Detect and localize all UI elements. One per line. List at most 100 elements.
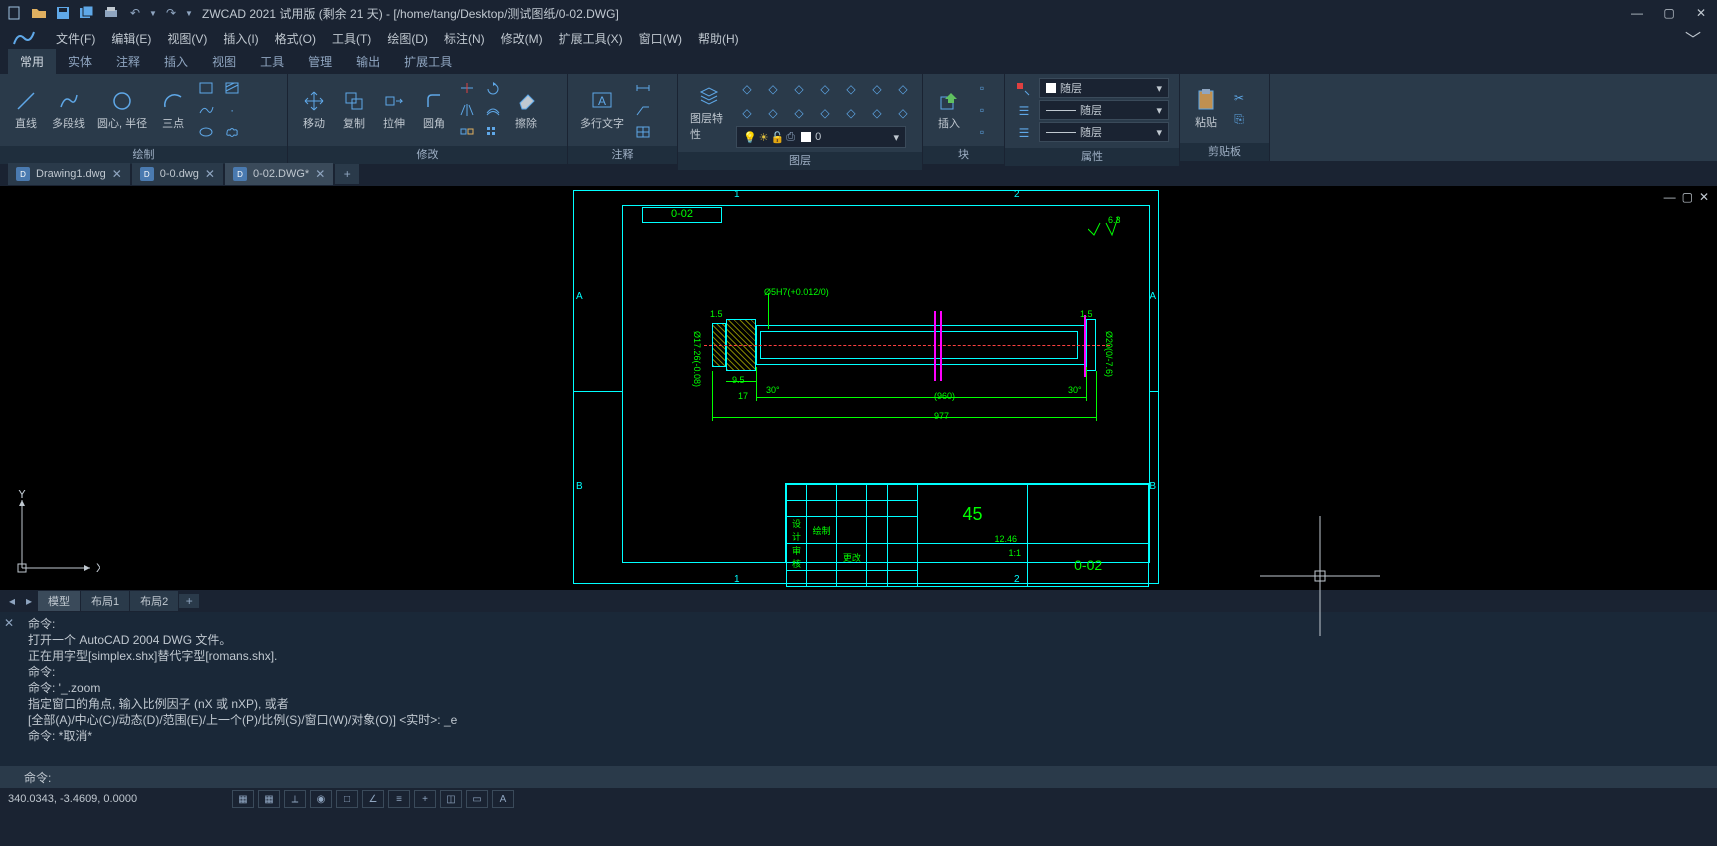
layout-next-icon[interactable]: ▸ — [21, 594, 37, 608]
layer-tool-icon[interactable]: ◇ — [814, 103, 836, 123]
erase-button[interactable]: 擦除 — [508, 87, 544, 133]
layout-tab[interactable]: 布局2 — [130, 591, 178, 611]
layer-tool-icon[interactable]: ◇ — [866, 103, 888, 123]
ribbon-tab[interactable]: 扩展工具 — [392, 49, 464, 74]
layer-tool-icon[interactable]: ◇ — [892, 103, 914, 123]
polar-toggle[interactable]: ◉ — [310, 790, 332, 808]
insert-block-button[interactable]: 插入 — [931, 87, 967, 133]
revcloud-icon[interactable] — [221, 122, 243, 142]
command-history[interactable]: 命令:打开一个 AutoCAD 2004 DWG 文件。正在用字型[simple… — [20, 612, 1717, 766]
close-tab-icon[interactable]: ✕ — [205, 167, 215, 181]
menu-item[interactable]: 编辑(E) — [103, 28, 159, 49]
menu-item[interactable]: 绘图(D) — [379, 28, 436, 49]
copy-button[interactable]: 复制 — [336, 87, 372, 133]
layer-tool-icon[interactable]: ◇ — [736, 79, 758, 99]
ribbon-tab[interactable]: 输出 — [344, 49, 392, 74]
layer-tool-icon[interactable]: ◇ — [762, 103, 784, 123]
layout-tab[interactable]: 布局1 — [81, 591, 129, 611]
ribbon-tab[interactable]: 注释 — [104, 49, 152, 74]
ribbon-collapse-icon[interactable]: ﹀ — [1677, 26, 1709, 50]
copy-clip-icon[interactable]: ⎘ — [1228, 110, 1250, 130]
osnap-toggle[interactable]: □ — [336, 790, 358, 808]
undo-dropdown-icon[interactable]: ▼ — [148, 2, 158, 24]
menu-item[interactable]: 插入(I) — [215, 28, 266, 49]
command-line[interactable]: 命令: — [0, 766, 1717, 788]
paste-button[interactable]: 粘贴 — [1188, 86, 1224, 132]
polyline-button[interactable]: 多段线 — [48, 87, 89, 133]
layer-properties-button[interactable]: 图层特性 — [686, 82, 732, 144]
annoscale-toggle[interactable]: A — [492, 790, 514, 808]
rotate-icon[interactable] — [482, 78, 504, 98]
menu-item[interactable]: 文件(F) — [48, 28, 103, 49]
list-icon[interactable]: ☰ — [1013, 123, 1035, 143]
drawing-canvas[interactable]: — ▢ ✕ X Y 1 2 1 2 A B A B 0-02 6.3 — [0, 186, 1717, 590]
linetype-selector[interactable]: 随层▾ — [1039, 122, 1169, 142]
ribbon-tab[interactable]: 工具 — [248, 49, 296, 74]
layer-tool-icon[interactable]: ◇ — [762, 79, 784, 99]
layer-tool-icon[interactable]: ◇ — [866, 79, 888, 99]
stretch-button[interactable]: 拉伸 — [376, 87, 412, 133]
leader-icon[interactable] — [632, 100, 654, 120]
circle-button[interactable]: 圆心, 半径 — [93, 87, 151, 133]
layer-tool-icon[interactable]: ◇ — [736, 103, 758, 123]
trim-icon[interactable] — [456, 78, 478, 98]
menu-item[interactable]: 帮助(H) — [690, 28, 747, 49]
dyn-toggle[interactable]: + — [414, 790, 436, 808]
minimize-button[interactable]: — — [1625, 3, 1649, 23]
create-block-icon[interactable]: ▫ — [971, 78, 993, 98]
close-tab-icon[interactable]: ✕ — [112, 167, 122, 181]
close-tab-icon[interactable]: ✕ — [315, 167, 325, 181]
match-properties-icon[interactable] — [1013, 79, 1035, 99]
vp-maximize-button[interactable]: ▢ — [1682, 190, 1693, 204]
ortho-toggle[interactable]: ⟂ — [284, 790, 306, 808]
menu-item[interactable]: 格式(O) — [267, 28, 324, 49]
cycle-toggle[interactable]: ◫ — [440, 790, 462, 808]
layer-tool-icon[interactable]: ◇ — [840, 79, 862, 99]
undo-icon[interactable]: ↶ — [124, 2, 146, 24]
vp-minimize-button[interactable]: — — [1664, 190, 1676, 204]
snap-toggle[interactable]: ▦ — [232, 790, 254, 808]
point-icon[interactable]: · — [221, 100, 243, 120]
close-button[interactable]: ✕ — [1689, 3, 1713, 23]
layout-prev-icon[interactable]: ◂ — [4, 594, 20, 608]
layer-tool-icon[interactable]: ◇ — [892, 79, 914, 99]
open-icon[interactable] — [28, 2, 50, 24]
ellipse-icon[interactable] — [195, 122, 217, 142]
model-toggle[interactable]: ▭ — [466, 790, 488, 808]
save-icon[interactable] — [52, 2, 74, 24]
layer-tool-icon[interactable]: ◇ — [840, 103, 862, 123]
cut-icon[interactable]: ✂ — [1228, 88, 1250, 108]
explode-icon[interactable] — [456, 122, 478, 142]
offset-icon[interactable] — [482, 100, 504, 120]
properties-palette-icon[interactable]: ☰ — [1013, 101, 1035, 121]
layer-tool-icon[interactable]: ◇ — [788, 79, 810, 99]
command-input[interactable] — [55, 770, 1693, 785]
ribbon-tab[interactable]: 插入 — [152, 49, 200, 74]
app-logo-icon[interactable] — [8, 26, 40, 50]
add-layout-button[interactable]: + — [179, 594, 199, 608]
attribute-icon[interactable]: ▫ — [971, 122, 993, 142]
coordinates-readout[interactable]: 340.0343, -3.4609, 0.0000 — [8, 793, 228, 805]
layer-tool-icon[interactable]: ◇ — [814, 79, 836, 99]
dimension-icon[interactable] — [632, 78, 654, 98]
layout-tab[interactable]: 模型 — [38, 591, 80, 611]
lweight-toggle[interactable]: ≡ — [388, 790, 410, 808]
line-button[interactable]: 直线 — [8, 87, 44, 133]
ribbon-tab[interactable]: 常用 — [8, 49, 56, 74]
redo-dropdown-icon[interactable]: ▼ — [184, 2, 194, 24]
menu-item[interactable]: 工具(T) — [324, 28, 379, 49]
color-selector[interactable]: 随层▾ — [1039, 78, 1169, 98]
ribbon-tab[interactable]: 实体 — [56, 49, 104, 74]
edit-block-icon[interactable]: ▫ — [971, 100, 993, 120]
command-close-button[interactable]: ✕ — [0, 612, 20, 766]
layer-tool-icon[interactable]: ◇ — [788, 103, 810, 123]
move-button[interactable]: 移动 — [296, 87, 332, 133]
redo-icon[interactable]: ↷ — [160, 2, 182, 24]
document-tab[interactable]: D0-02.DWG*✕ — [225, 163, 333, 185]
mtext-button[interactable]: A多行文字 — [576, 87, 628, 133]
menu-item[interactable]: 窗口(W) — [631, 28, 690, 49]
new-icon[interactable] — [4, 2, 26, 24]
menu-item[interactable]: 修改(M) — [493, 28, 551, 49]
grid-toggle[interactable]: ▦ — [258, 790, 280, 808]
layer-selector[interactable]: 💡 ☀ 🔓 ⎙ 0 ▾ — [736, 126, 906, 148]
